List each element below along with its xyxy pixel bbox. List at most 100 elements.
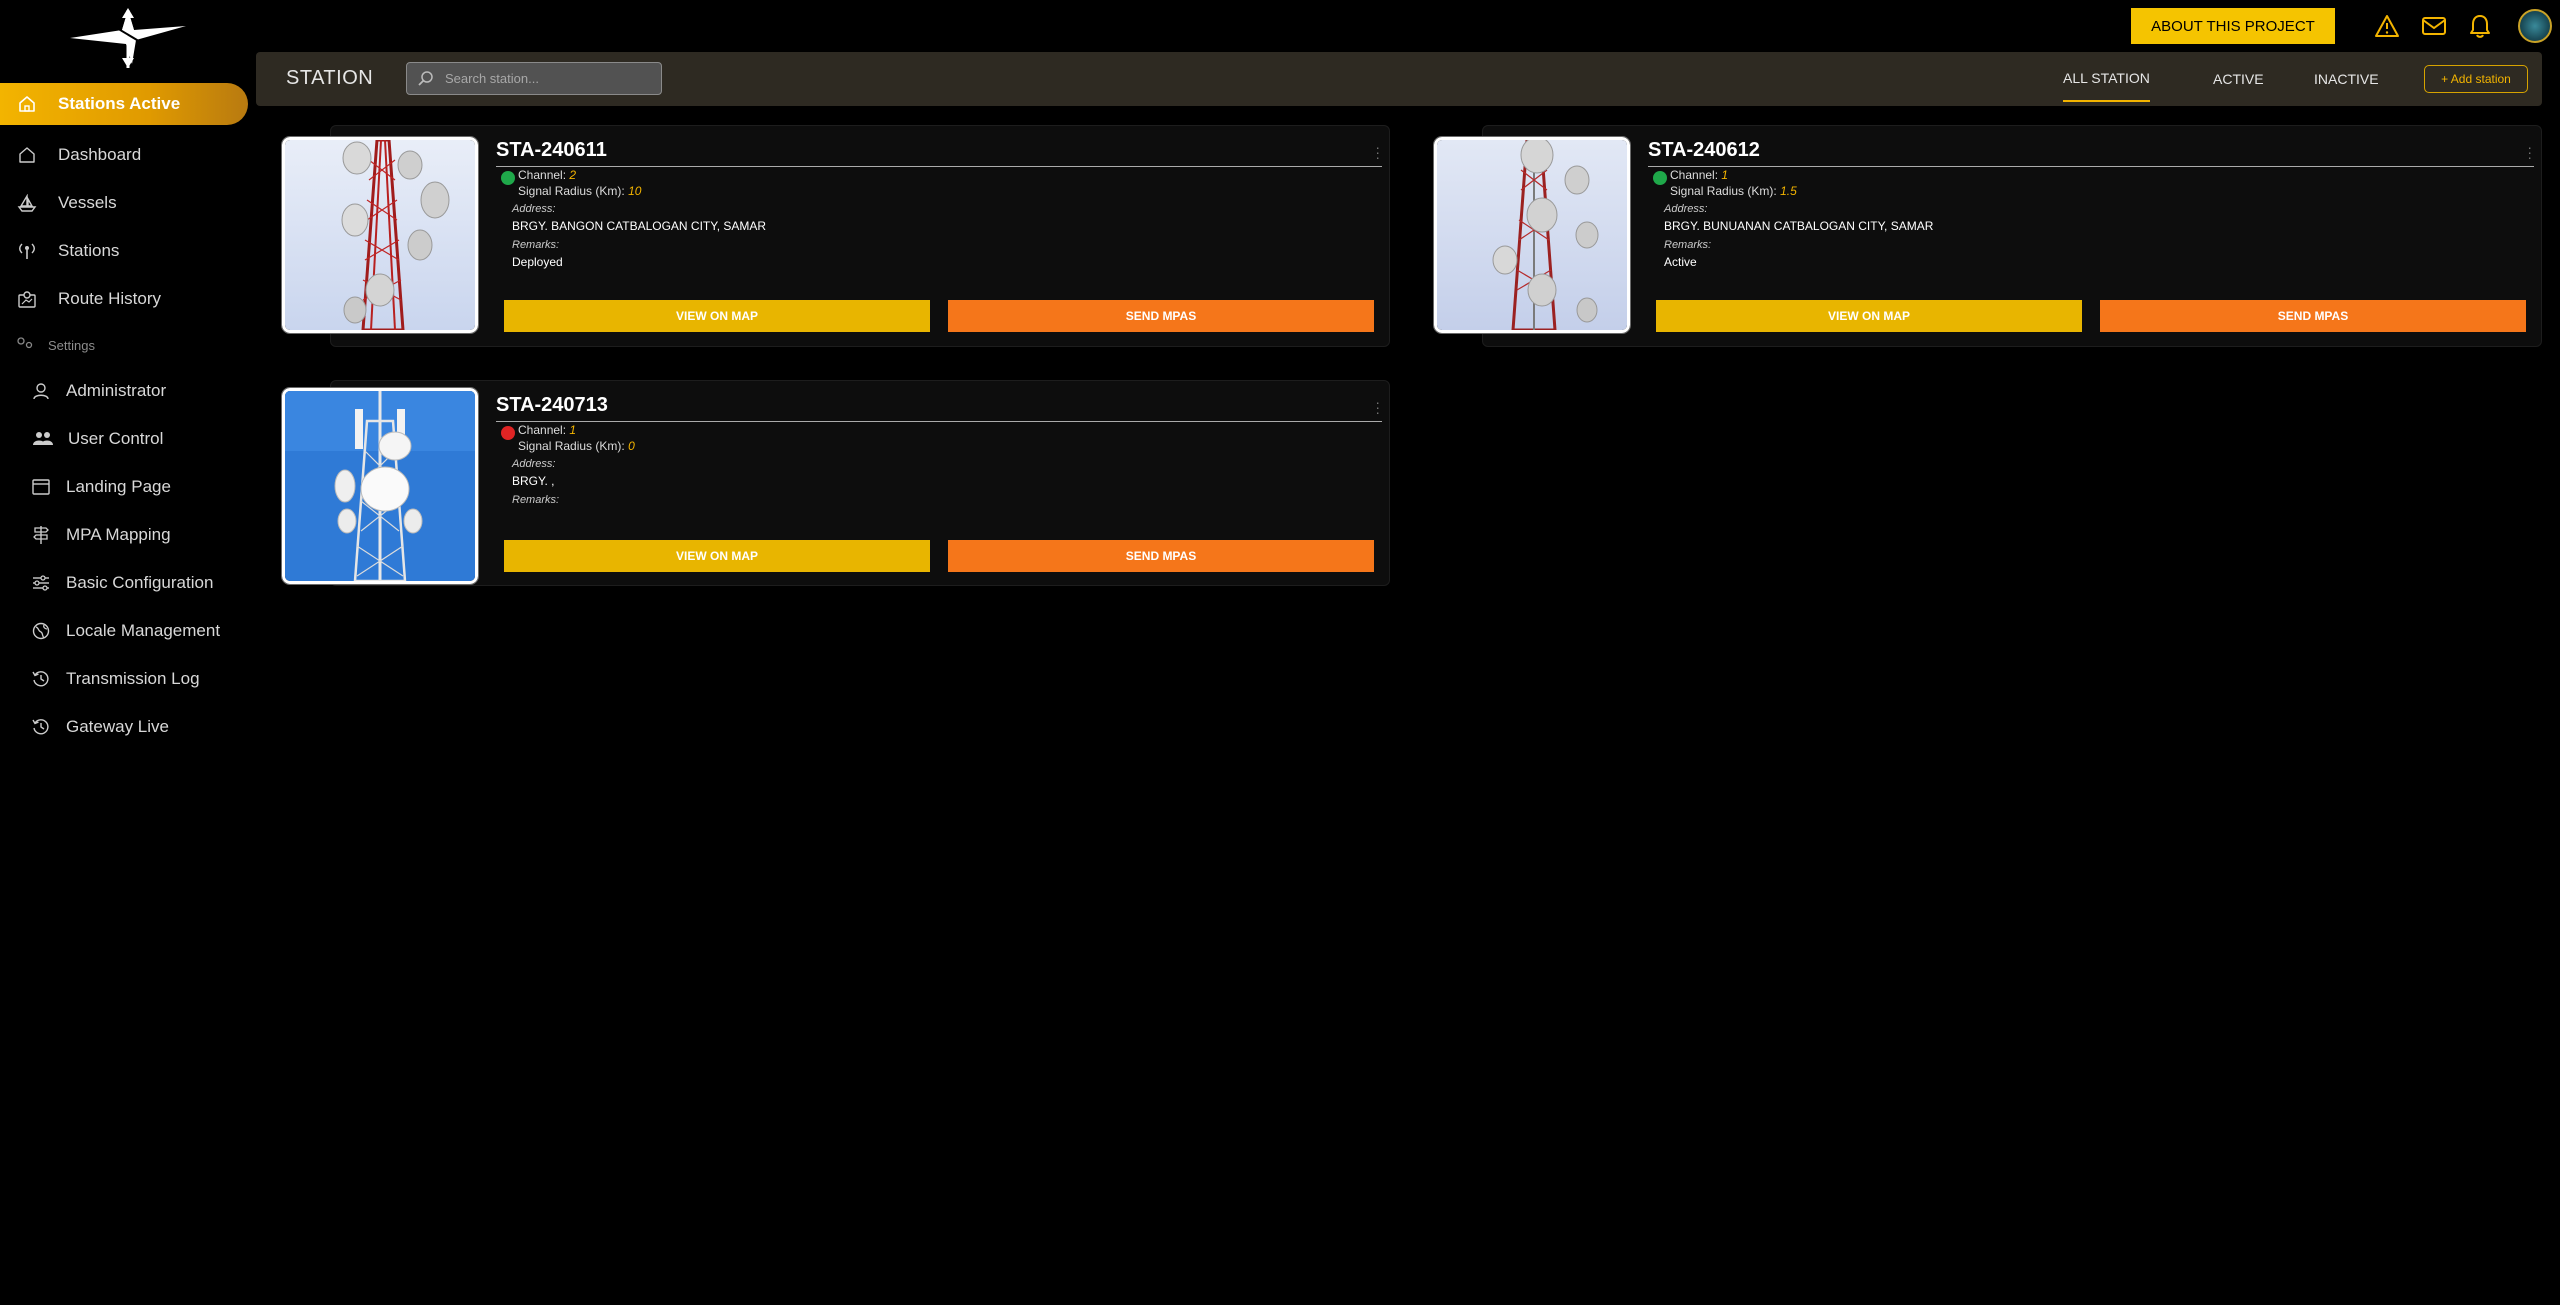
station-header-bar: STATION ALL STATION ACTIVE INACTIVE + Ad… xyxy=(256,52,2542,106)
sidebar-item-stations-active[interactable]: Stations Active xyxy=(0,83,248,125)
search-icon xyxy=(417,70,435,88)
station-card: STA-240612 · · · Channel: 1 Signal Radius … xyxy=(1422,125,2542,347)
search-input[interactable] xyxy=(445,63,655,94)
station-info: STA-240713 · · · Channel: 1 Signal Radius … xyxy=(496,394,1384,572)
more-options-icon[interactable]: · · · xyxy=(2527,140,2532,164)
sidebar-item-label: Stations Active xyxy=(58,94,181,113)
sidebar-item-label: Vessels xyxy=(58,193,117,212)
remarks-value: Active xyxy=(1664,255,1697,269)
app-logo[interactable] xyxy=(66,6,190,68)
more-options-icon[interactable]: · · · xyxy=(1375,140,1380,164)
add-station-button[interactable]: + Add station xyxy=(2424,65,2528,93)
remarks-label: Remarks: xyxy=(512,239,560,251)
sidebar-item-basic-configuration[interactable]: Basic Configuration xyxy=(0,559,250,607)
station-info: STA-240611 · · · Channel: 2 Signal Radius … xyxy=(496,139,1384,332)
channel-label: Channel: xyxy=(1670,168,1719,182)
address-label: Address: xyxy=(1664,203,1708,215)
address-value: BRGY. BANGON CATBALOGAN CITY, SAMAR xyxy=(512,219,767,233)
sidebar-item-label: Dashboard xyxy=(58,145,142,164)
channel-label: Channel: xyxy=(518,423,567,437)
mail-icon[interactable] xyxy=(2420,12,2448,40)
sidebar-item-label: Transmission Log xyxy=(66,669,200,688)
status-indicator-inactive xyxy=(501,426,515,440)
settings-icon xyxy=(16,336,34,354)
view-on-map-button[interactable]: VIEW ON MAP xyxy=(1656,300,2082,332)
signal-value: 10 xyxy=(628,184,642,198)
sidebar-item-label: MPA Mapping xyxy=(66,525,171,544)
signal-label: Signal Radius (Km): xyxy=(1670,184,1777,198)
page-title: STATION xyxy=(286,67,374,89)
sidebar-item-transmission-log[interactable]: Transmission Log xyxy=(0,655,250,703)
history-icon xyxy=(30,668,52,690)
top-bar: ABOUT THIS PROJECT xyxy=(0,0,2560,68)
sidebar-item-dashboard[interactable]: Dashboard xyxy=(0,131,250,179)
users-icon xyxy=(32,428,54,450)
sidebar-item-route-history[interactable]: Route History xyxy=(0,275,250,323)
sidebar-item-administrator[interactable]: Administrator xyxy=(0,367,250,415)
settings-label: Settings xyxy=(48,337,95,353)
more-options-icon[interactable]: · · · xyxy=(1375,395,1380,419)
view-on-map-button[interactable]: VIEW ON MAP xyxy=(504,540,930,572)
channel-value: 1 xyxy=(1721,168,1729,182)
sidebar-item-label: Administrator xyxy=(66,381,167,400)
tab-active[interactable]: ACTIVE xyxy=(2213,52,2264,106)
station-image xyxy=(1433,136,1631,334)
window-icon xyxy=(30,476,52,498)
sidebar-item-vessels[interactable]: Vessels xyxy=(0,179,250,227)
remarks-value: Deployed xyxy=(512,255,563,269)
home-icon xyxy=(16,93,38,115)
channel-label: Channel: xyxy=(518,168,567,182)
station-card: STA-240713 · · · Channel: 1 Signal Radius … xyxy=(270,380,1390,586)
sidebar-item-label: Route History xyxy=(58,289,161,308)
warning-icon[interactable] xyxy=(2373,12,2401,40)
sidebar-item-stations[interactable]: Stations xyxy=(0,227,250,275)
signal-label: Signal Radius (Km): xyxy=(518,184,625,198)
about-project-button[interactable]: ABOUT THIS PROJECT xyxy=(2131,8,2335,44)
antenna-icon xyxy=(16,240,38,262)
station-name: STA-240713 xyxy=(496,394,1382,422)
signal-value: 0 xyxy=(628,439,635,453)
home-icon xyxy=(16,144,38,166)
sidebar-item-label: Gateway Live xyxy=(66,717,169,736)
sidebar-item-label: Locale Management xyxy=(66,621,221,640)
station-image xyxy=(281,136,479,334)
sidebar-item-mpa-mapping[interactable]: MPA Mapping xyxy=(0,511,250,559)
sidebar-item-label: Stations xyxy=(58,241,120,260)
sidebar-item-gateway-live[interactable]: Gateway Live xyxy=(0,703,250,751)
send-mpas-button[interactable]: SEND MPAS xyxy=(2100,300,2526,332)
tab-all-station[interactable]: ALL STATION xyxy=(2063,56,2150,102)
station-name: STA-240611 xyxy=(496,139,1382,167)
station-info: STA-240612 · · · Channel: 1 Signal Radius … xyxy=(1648,139,2536,332)
view-on-map-button[interactable]: VIEW ON MAP xyxy=(504,300,930,332)
sidebar-item-user-control[interactable]: User Control xyxy=(0,415,250,463)
ship-icon xyxy=(16,192,38,214)
search-box[interactable] xyxy=(406,62,662,95)
channel-value: 2 xyxy=(569,168,577,182)
sliders-icon xyxy=(30,572,52,594)
station-meta: Channel: 2 Signal Radius (Km): 10 xyxy=(518,167,641,199)
history-icon xyxy=(30,716,52,738)
station-meta: Channel: 1 Signal Radius (Km): 0 xyxy=(518,422,635,454)
status-indicator-active xyxy=(501,171,515,185)
remarks-label: Remarks: xyxy=(512,494,560,506)
signal-value: 1.5 xyxy=(1780,184,1797,198)
address-label: Address: xyxy=(512,203,556,215)
send-mpas-button[interactable]: SEND MPAS xyxy=(948,540,1374,572)
sidebar-item-label: User Control xyxy=(68,429,164,448)
sidebar-item-label: Basic Configuration xyxy=(66,573,214,592)
bell-icon[interactable] xyxy=(2466,12,2494,40)
remarks-label: Remarks: xyxy=(1664,239,1712,251)
station-image xyxy=(281,387,479,585)
avatar[interactable] xyxy=(2518,9,2552,43)
sidebar-item-landing-page[interactable]: Landing Page xyxy=(0,463,250,511)
status-indicator-active xyxy=(1653,171,1667,185)
sidebar: Stations Active Dashboard Vessels Statio… xyxy=(0,83,250,751)
settings-header: Settings xyxy=(0,323,250,367)
sidebar-item-label: Landing Page xyxy=(66,477,171,496)
globe-icon xyxy=(30,620,52,642)
tab-inactive[interactable]: INACTIVE xyxy=(2314,52,2379,106)
station-meta: Channel: 1 Signal Radius (Km): 1.5 xyxy=(1670,167,1797,199)
station-name: STA-240612 xyxy=(1648,139,2534,167)
send-mpas-button[interactable]: SEND MPAS xyxy=(948,300,1374,332)
sidebar-item-locale-management[interactable]: Locale Management xyxy=(0,607,250,655)
